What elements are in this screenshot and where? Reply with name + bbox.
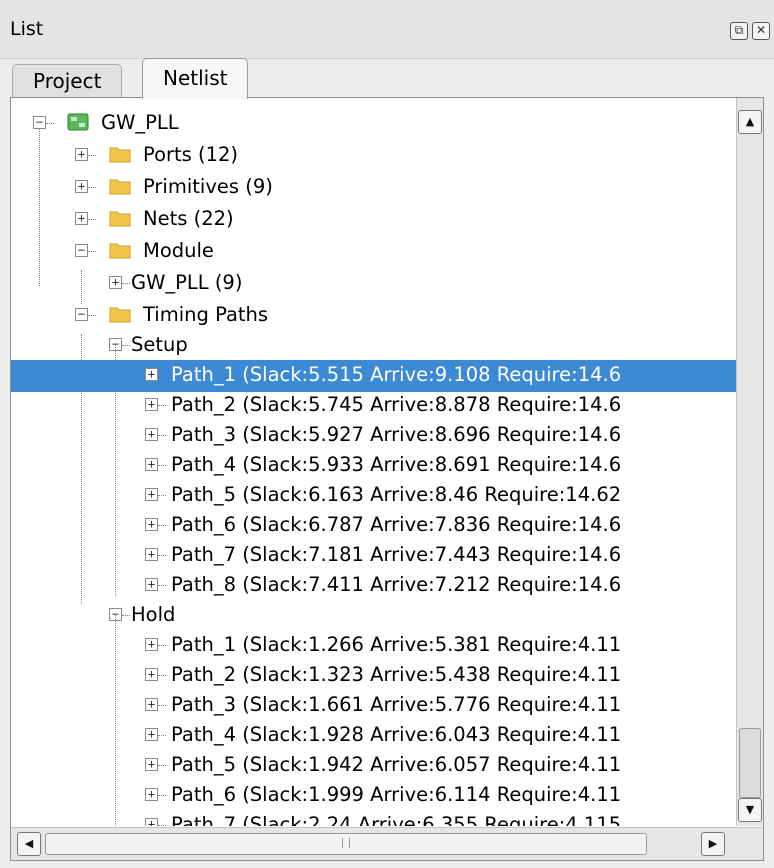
- tree-node-setup[interactable]: − Setup: [11, 330, 737, 362]
- panel-title-bar: List ⧉ ✕: [0, 0, 774, 59]
- expand-icon[interactable]: +: [145, 638, 158, 651]
- vertical-scrollbar[interactable]: ▲ ▼: [736, 98, 763, 826]
- tree-node-setup-path[interactable]: + Path_5 (Slack:6.163 Arrive:8.46 Requir…: [11, 480, 737, 512]
- tree-label: Path_5 (Slack:6.163 Arrive:8.46 Require:…: [171, 483, 622, 506]
- tree-node-setup-path[interactable]: + Path_7 (Slack:7.181 Arrive:7.443 Requi…: [11, 540, 737, 572]
- tree-label: GW_PLL (9): [131, 271, 243, 294]
- tree-label: Setup: [131, 333, 188, 356]
- tree-label: Path_4 (Slack:5.933 Arrive:8.691 Require…: [171, 453, 622, 476]
- tree-node-hold-path[interactable]: + Path_1 (Slack:1.266 Arrive:5.381 Requi…: [11, 630, 737, 662]
- tree-node-module-gw-pll[interactable]: + GW_PLL (9): [11, 268, 737, 300]
- float-icon[interactable]: ⧉: [730, 22, 748, 40]
- tree-label: Path_5 (Slack:1.942 Arrive:6.057 Require…: [171, 753, 622, 776]
- module-icon: [67, 113, 89, 131]
- tree-label: Path_1 (Slack:1.266 Arrive:5.381 Require…: [171, 633, 622, 656]
- folder-icon: [109, 307, 131, 323]
- folder-icon: [109, 179, 131, 195]
- tree-node-timing-paths[interactable]: − Timing Paths: [11, 300, 737, 332]
- scroll-left-icon[interactable]: ◀: [17, 832, 41, 856]
- expand-icon[interactable]: +: [145, 548, 158, 561]
- close-icon[interactable]: ✕: [752, 22, 770, 40]
- tree-label: Path_7 (Slack:2.24 Arrive:6.355 Require:…: [171, 813, 622, 826]
- tree-node-hold-path[interactable]: + Path_7 (Slack:2.24 Arrive:6.355 Requir…: [11, 810, 737, 826]
- expand-icon[interactable]: +: [145, 428, 158, 441]
- tree-node-module[interactable]: − Module: [11, 236, 737, 268]
- tree-node-hold-path[interactable]: + Path_5 (Slack:1.942 Arrive:6.057 Requi…: [11, 750, 737, 782]
- tree-node-setup-path[interactable]: + Path_4 (Slack:5.933 Arrive:8.691 Requi…: [11, 450, 737, 482]
- tree-label: Path_6 (Slack:1.999 Arrive:6.114 Require…: [171, 783, 622, 806]
- tree-label: Module: [143, 239, 214, 262]
- tab-bar: Project Netlist: [0, 58, 774, 99]
- tree-node-primitives[interactable]: + Primitives (9): [11, 172, 737, 204]
- folder-icon: [109, 147, 131, 163]
- tree-node-setup-path[interactable]: + Path_6 (Slack:6.787 Arrive:7.836 Requi…: [11, 510, 737, 542]
- tree-node-hold[interactable]: − Hold: [11, 600, 737, 632]
- tree-node-root[interactable]: − GW_PLL: [11, 108, 737, 140]
- tree-node-ports[interactable]: + Ports (12): [11, 140, 737, 172]
- tree-label: Nets (22): [143, 207, 234, 230]
- tree-label: Path_2 (Slack:1.323 Arrive:5.438 Require…: [171, 663, 622, 686]
- tree-guide: [115, 614, 116, 826]
- horizontal-scroll-thumb[interactable]: [45, 833, 647, 855]
- tree-label: Path_4 (Slack:1.928 Arrive:6.043 Require…: [171, 723, 622, 746]
- tree-node-hold-path[interactable]: + Path_2 (Slack:1.323 Arrive:5.438 Requi…: [11, 660, 737, 692]
- expand-icon[interactable]: +: [145, 818, 158, 826]
- tab-project[interactable]: Project: [12, 64, 123, 99]
- scroll-up-icon[interactable]: ▲: [738, 110, 762, 134]
- panel-title: List: [10, 18, 44, 40]
- tab-netlist[interactable]: Netlist: [142, 58, 249, 99]
- tree-label: Path_1 (Slack:5.515 Arrive:9.108 Require…: [171, 363, 622, 386]
- folder-icon: [109, 211, 131, 227]
- tree-label: Path_8 (Slack:7.411 Arrive:7.212 Require…: [171, 573, 622, 596]
- expand-icon[interactable]: +: [75, 212, 88, 225]
- tree-label: Path_3 (Slack:5.927 Arrive:8.696 Require…: [171, 423, 622, 446]
- vertical-scroll-thumb[interactable]: [739, 728, 761, 798]
- tree-label: GW_PLL: [101, 111, 179, 134]
- tree-node-setup-path[interactable]: + Path_3 (Slack:5.927 Arrive:8.696 Requi…: [11, 420, 737, 452]
- expand-icon[interactable]: +: [145, 668, 158, 681]
- tree-node-hold-path[interactable]: + Path_6 (Slack:1.999 Arrive:6.114 Requi…: [11, 780, 737, 812]
- collapse-icon[interactable]: −: [33, 116, 46, 129]
- tree-label: Path_3 (Slack:1.661 Arrive:5.776 Require…: [171, 693, 622, 716]
- netlist-tree: − GW_PLL + Ports (12) + Primitives (9) +…: [11, 98, 737, 826]
- tree-label: Path_6 (Slack:6.787 Arrive:7.836 Require…: [171, 513, 622, 536]
- expand-icon[interactable]: +: [145, 788, 158, 801]
- tree-node-setup-path[interactable]: + Path_1 (Slack:5.515 Arrive:9.108 Requi…: [11, 360, 737, 392]
- tree-node-hold-path[interactable]: + Path_4 (Slack:1.928 Arrive:6.043 Requi…: [11, 720, 737, 752]
- scroll-right-icon[interactable]: ▶: [701, 832, 725, 856]
- scroll-down-icon[interactable]: ▼: [738, 798, 762, 822]
- expand-icon[interactable]: +: [145, 578, 158, 591]
- horizontal-scrollbar[interactable]: ◀ ▶: [11, 827, 763, 860]
- expand-icon[interactable]: +: [145, 458, 158, 471]
- expand-icon[interactable]: +: [145, 368, 158, 381]
- tree-node-setup-path[interactable]: + Path_2 (Slack:5.745 Arrive:8.878 Requi…: [11, 390, 737, 422]
- tree-label: Timing Paths: [143, 303, 269, 326]
- tree-node-setup-path[interactable]: + Path_8 (Slack:7.411 Arrive:7.212 Requi…: [11, 570, 737, 602]
- expand-icon[interactable]: +: [145, 698, 158, 711]
- expand-icon[interactable]: +: [145, 518, 158, 531]
- tree-label: Hold: [131, 603, 176, 626]
- tree-label: Path_2 (Slack:5.745 Arrive:8.878 Require…: [171, 393, 622, 416]
- tree-label: Ports (12): [143, 143, 239, 166]
- expand-icon[interactable]: +: [145, 728, 158, 741]
- expand-icon[interactable]: +: [145, 398, 158, 411]
- expand-icon[interactable]: +: [145, 488, 158, 501]
- tree-node-nets[interactable]: + Nets (22): [11, 204, 737, 236]
- netlist-tree-panel: − GW_PLL + Ports (12) + Primitives (9) +…: [10, 97, 764, 861]
- expand-icon[interactable]: +: [145, 758, 158, 771]
- expand-icon[interactable]: +: [75, 180, 88, 193]
- expand-icon[interactable]: +: [75, 148, 88, 161]
- tree-label: Path_7 (Slack:7.181 Arrive:7.443 Require…: [171, 543, 622, 566]
- collapse-icon[interactable]: −: [75, 244, 88, 257]
- expand-icon[interactable]: +: [109, 276, 122, 289]
- collapse-icon[interactable]: −: [75, 308, 88, 321]
- tree-node-hold-path[interactable]: + Path_3 (Slack:1.661 Arrive:5.776 Requi…: [11, 690, 737, 722]
- tree-label: Primitives (9): [143, 175, 273, 198]
- folder-icon: [109, 243, 131, 259]
